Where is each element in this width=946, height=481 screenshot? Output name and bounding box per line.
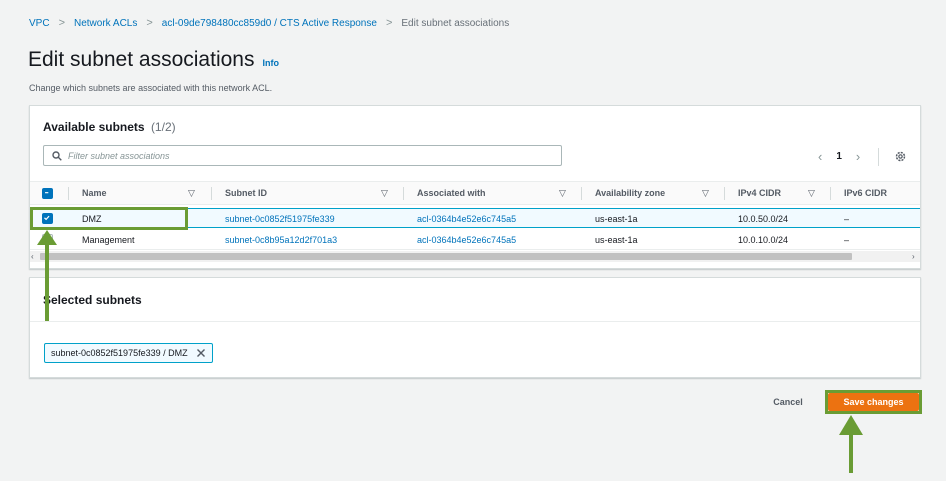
cell-ipv4-cidr: 10.0.50.0/24 xyxy=(738,214,789,224)
sort-icon[interactable]: ▽ xyxy=(808,182,815,204)
search-icon xyxy=(52,150,62,161)
save-changes-button[interactable]: Save changes xyxy=(828,393,919,411)
close-icon[interactable] xyxy=(196,348,206,358)
info-link[interactable]: Info xyxy=(262,58,279,68)
table-header: Name ▽ Subnet ID ▽ Associated with ▽ Ava… xyxy=(30,181,920,205)
selected-subnets-panel: Selected subnets subnet-0c0852f51975fe33… xyxy=(29,277,921,378)
page-number[interactable]: 1 xyxy=(836,151,842,162)
page-title-text: Edit subnet associations xyxy=(28,48,255,71)
column-header-subnet-id[interactable]: Subnet ID xyxy=(225,182,267,204)
breadcrumb: VPC > Network ACLs > acl-09de798480cc859… xyxy=(29,17,509,29)
column-divider xyxy=(211,187,212,200)
column-divider xyxy=(581,187,582,200)
column-header-availability-zone-label: Availability zone xyxy=(595,188,666,198)
cancel-button[interactable]: Cancel xyxy=(767,393,809,411)
table-row[interactable]: Management subnet-0c8b95a12d2f701a3 acl-… xyxy=(30,230,920,250)
select-all-checkbox[interactable] xyxy=(42,188,53,199)
scroll-left-icon[interactable]: ‹ xyxy=(31,251,34,262)
selected-subnet-token-label: subnet-0c0852f51975fe339 / DMZ xyxy=(51,348,188,358)
selected-subnets-title: Selected subnets xyxy=(43,293,142,307)
chevron-right-icon[interactable]: › xyxy=(856,150,860,163)
column-divider xyxy=(724,187,725,200)
sort-icon[interactable]: ▽ xyxy=(381,182,388,204)
column-header-ipv6-cidr[interactable]: IPv6 CIDR xyxy=(844,182,887,204)
cell-ipv6-cidr: – xyxy=(844,235,850,245)
annotation-arrow-up-icon xyxy=(839,415,863,473)
pager-divider xyxy=(878,148,879,166)
sort-icon[interactable]: ▽ xyxy=(702,182,709,204)
available-subnets-panel: Available subnets (1/2) ‹ 1 › Name ▽ Sub… xyxy=(29,105,921,269)
sort-icon[interactable]: ▽ xyxy=(559,182,566,204)
column-header-name-label: Name xyxy=(82,188,107,198)
breadcrumb-separator: > xyxy=(146,17,153,29)
column-header-subnet-id-label: Subnet ID xyxy=(225,188,267,198)
cell-associated-with[interactable]: acl-0364b4e52e6c745a5 xyxy=(417,209,516,229)
breadcrumb-acl[interactable]: acl-09de798480cc859d0 / CTS Active Respo… xyxy=(162,18,377,29)
filter-subnets-input-wrapper[interactable] xyxy=(43,145,562,166)
cell-availability-zone: us-east-1a xyxy=(595,214,638,224)
cell-name: DMZ xyxy=(82,214,102,224)
row-checkbox[interactable] xyxy=(42,234,53,245)
page-title: Edit subnet associations Info xyxy=(28,48,279,72)
sort-icon[interactable]: ▽ xyxy=(188,182,195,204)
column-header-ipv4-cidr[interactable]: IPv4 CIDR xyxy=(738,182,781,204)
column-header-ipv4-cidr-label: IPv4 CIDR xyxy=(738,188,782,198)
column-header-associated-with-label: Associated with xyxy=(417,188,486,198)
cell-name: Management xyxy=(82,235,135,245)
filter-subnets-input[interactable] xyxy=(68,150,528,161)
scrollbar-thumb[interactable] xyxy=(40,253,852,260)
pagination: ‹ 1 › xyxy=(818,150,860,163)
column-divider xyxy=(403,187,404,200)
available-subnets-count: (1/2) xyxy=(150,120,176,134)
cell-associated-with[interactable]: acl-0364b4e52e6c745a5 xyxy=(417,230,516,250)
cell-subnet-id[interactable]: subnet-0c8b95a12d2f701a3 xyxy=(225,230,337,250)
column-divider xyxy=(68,187,69,200)
chevron-left-icon[interactable]: ‹ xyxy=(818,150,822,163)
scroll-right-icon[interactable]: › xyxy=(912,251,915,262)
table-row[interactable]: DMZ subnet-0c0852f51975fe339 acl-0364b4e… xyxy=(30,208,920,229)
page-description: Change which subnets are associated with… xyxy=(29,83,273,93)
cell-subnet-id[interactable]: subnet-0c0852f51975fe339 xyxy=(225,209,335,229)
available-subnets-title-text: Available subnets xyxy=(43,120,145,134)
horizontal-scrollbar[interactable]: ‹ › xyxy=(30,251,920,262)
breadcrumb-vpc[interactable]: VPC xyxy=(29,18,50,29)
column-header-name[interactable]: Name xyxy=(82,182,107,204)
gear-icon[interactable] xyxy=(894,150,907,163)
breadcrumb-separator: > xyxy=(385,17,393,29)
selected-subnet-token: subnet-0c0852f51975fe339 / DMZ xyxy=(44,343,213,363)
column-divider xyxy=(830,187,831,200)
breadcrumb-network-acls[interactable]: Network ACLs xyxy=(74,18,137,29)
cell-ipv6-cidr: – xyxy=(844,214,850,224)
column-header-associated-with[interactable]: Associated with xyxy=(417,182,486,204)
cell-availability-zone: us-east-1a xyxy=(595,235,638,245)
column-header-availability-zone[interactable]: Availability zone xyxy=(595,182,665,204)
column-header-ipv6-cidr-label: IPv6 CIDR xyxy=(844,188,888,198)
breadcrumb-current: Edit subnet associations xyxy=(401,17,510,29)
row-checkbox[interactable] xyxy=(42,213,53,224)
available-subnets-title: Available subnets (1/2) xyxy=(43,120,176,134)
selected-subnets-header: Selected subnets xyxy=(30,278,920,322)
cell-ipv4-cidr: 10.0.10.0/24 xyxy=(738,235,789,245)
breadcrumb-separator: > xyxy=(58,17,65,29)
